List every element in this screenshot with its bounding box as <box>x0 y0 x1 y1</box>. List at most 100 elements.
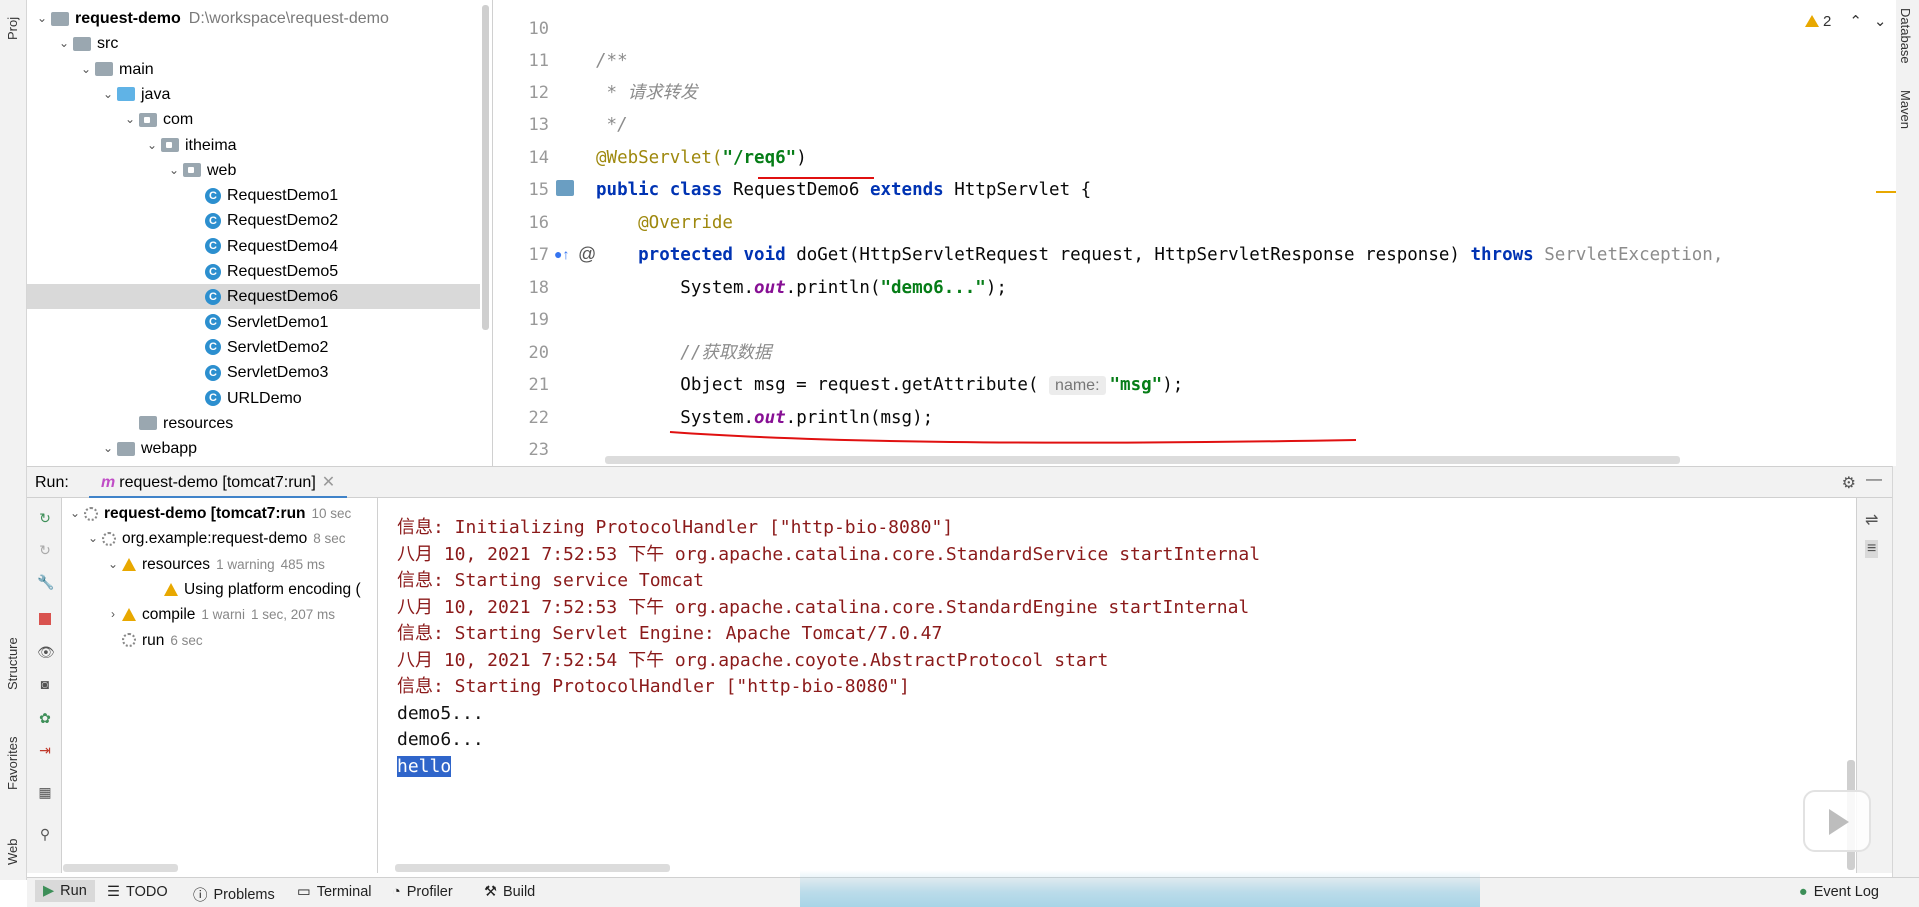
right-tool-strip: Database Maven <box>1892 0 1919 880</box>
run-tool-button[interactable]: ▶ Run <box>35 880 95 902</box>
editor-horizontal-scrollbar[interactable] <box>605 456 1680 464</box>
todo-tool-button[interactable]: ☰ TODO <box>107 884 168 900</box>
tree-item-resources[interactable]: resources <box>27 411 233 436</box>
expand-chevron-icon[interactable]: ⌄ <box>66 501 84 526</box>
override-up-arrow-icon[interactable]: ●↑ <box>554 246 569 262</box>
tree-item-servletdemo1[interactable]: C ServletDemo1 <box>27 310 328 335</box>
structure-tool-tab[interactable]: Structure <box>5 637 20 690</box>
tree-item-request-demo[interactable]: ⌄ request-demo D:\workspace\request-demo <box>27 6 389 31</box>
expand-chevron-icon[interactable]: › <box>104 602 122 627</box>
line-number: 23 <box>528 440 549 460</box>
package-icon <box>183 163 201 178</box>
settings-gear-icon[interactable]: ⚙ <box>1842 473 1856 493</box>
console-line: hello <box>397 751 452 783</box>
event-log-button[interactable]: ● Event Log <box>1799 884 1879 900</box>
tree-item-servletdemo2[interactable]: C ServletDemo2 <box>27 335 328 360</box>
video-play-icon[interactable] <box>1803 790 1871 852</box>
web-tool-tab[interactable]: Web <box>5 839 20 866</box>
camera-icon[interactable]: ◙ <box>37 676 53 692</box>
tree-item-main[interactable]: ⌄ main <box>27 57 154 82</box>
console-output[interactable]: 信息: Initializing ProtocolHandler ["http-… <box>378 498 1856 873</box>
class-icon: C <box>205 212 221 229</box>
close-icon[interactable]: ✕ <box>322 474 335 491</box>
run-tree-item[interactable]: Using platform encoding ( <box>146 577 361 602</box>
scroll-to-end-icon[interactable]: ≡ <box>1865 540 1879 558</box>
duration-label: 6 sec <box>170 632 203 648</box>
tree-item-requestdemo1[interactable]: C RequestDemo1 <box>27 183 338 208</box>
tree-item-requestdemo5[interactable]: C RequestDemo5 <box>27 259 338 284</box>
tree-item-label: main <box>119 60 154 78</box>
project-tool-tab[interactable]: Proj <box>5 17 20 40</box>
project-tree-scrollbar[interactable] <box>482 5 489 330</box>
prev-highlight-icon[interactable]: ⌃ <box>1849 12 1862 30</box>
rerun-icon[interactable]: ↻ <box>37 510 53 526</box>
tree-item-requestdemo6[interactable]: C RequestDemo6 <box>27 284 480 310</box>
warning-icon <box>122 557 136 571</box>
inspection-widget[interactable]: 2 ⌃ ⌄ <box>1805 12 1887 30</box>
warning-icon <box>1805 15 1819 27</box>
tree-item-label: com <box>163 111 194 129</box>
console-horizontal-scrollbar[interactable] <box>395 864 670 872</box>
run-tree-item[interactable]: ⌄ request-demo [tomcat7:run 10 sec <box>66 501 351 526</box>
maven-tool-tab[interactable]: Maven <box>1892 88 1919 129</box>
tree-item-java[interactable]: ⌄ java <box>27 82 170 107</box>
console-text: demo5... <box>397 702 484 724</box>
line-number: 19 <box>528 310 549 330</box>
line-number: 18 <box>528 278 549 298</box>
favorites-tool-tab[interactable]: Favorites <box>5 737 20 790</box>
expand-chevron-icon[interactable]: ⌄ <box>33 6 51 31</box>
stop-icon[interactable] <box>37 612 53 628</box>
debug-icon[interactable]: ✿ <box>37 710 53 726</box>
decorative-wave-overlay <box>800 870 1480 907</box>
expand-chevron-icon[interactable]: ⌄ <box>99 82 117 107</box>
console-text: 信息: Starting Servlet Engine: Apache Tomc… <box>397 623 943 644</box>
database-tool-tab[interactable]: Database <box>1892 6 1919 64</box>
expand-chevron-icon[interactable]: ⌄ <box>121 107 139 132</box>
expand-chevron-icon[interactable]: ⌄ <box>84 526 102 551</box>
tree-item-com[interactable]: ⌄ com <box>27 107 193 132</box>
hide-panel-icon[interactable]: — <box>1866 471 1882 489</box>
servlet-gutter-icon[interactable] <box>556 180 574 196</box>
run-tree-item[interactable]: run 6 sec <box>104 628 203 653</box>
next-highlight-icon[interactable]: ⌄ <box>1874 12 1887 30</box>
tree-item-servletdemo3[interactable]: C ServletDemo3 <box>27 360 328 385</box>
progress-spinner-icon <box>84 506 98 521</box>
expand-chevron-icon[interactable]: ⌄ <box>99 436 117 461</box>
code-editor[interactable]: /** * 请求转发 */ @WebServlet("/req6") publi… <box>596 0 1896 466</box>
run-config-tab[interactable]: m request-demo [tomcat7:run] ✕ <box>89 467 348 499</box>
rerun-failed-icon[interactable]: ↻ <box>37 542 53 558</box>
profiler-tool-button[interactable]: ◔ Profiler <box>392 884 453 900</box>
run-tree-item[interactable]: ⌄ org.example:request-demo 8 sec <box>84 526 346 551</box>
terminal-tool-button[interactable]: ▭ Terminal <box>297 884 372 900</box>
run-tree-item[interactable]: › compile 1 warni 1 sec, 207 ms <box>104 602 335 627</box>
class-icon: C <box>205 339 221 356</box>
problems-tool-button[interactable]: ⓘ Problems <box>193 884 275 905</box>
layout-icon[interactable]: ▦ <box>37 784 53 800</box>
tree-item-urldemo[interactable]: C URLDemo <box>27 386 302 411</box>
underline-println <box>669 431 1357 444</box>
wrench-icon[interactable]: 🔧 <box>37 574 54 590</box>
expand-chevron-icon[interactable]: ⌄ <box>77 57 95 82</box>
exit-icon[interactable]: ⇥ <box>37 742 53 758</box>
expand-chevron-icon[interactable]: ⌄ <box>165 158 183 183</box>
line-number: 10 <box>528 19 549 39</box>
pin-icon[interactable]: ⚲ <box>37 826 53 842</box>
tree-item-itheima[interactable]: ⌄ itheima <box>27 133 237 158</box>
tree-item-label: RequestDemo1 <box>227 187 339 205</box>
expand-chevron-icon[interactable]: ⌄ <box>104 552 122 577</box>
tree-horizontal-scrollbar[interactable] <box>63 864 178 872</box>
eye-icon[interactable]: 👁 <box>37 644 55 660</box>
annotation-at-icon[interactable]: @ <box>578 244 596 265</box>
tree-item-requestdemo2[interactable]: C RequestDemo2 <box>27 208 338 233</box>
run-tree-item[interactable]: ⌄ resources 1 warning 485 ms <box>104 552 325 577</box>
tree-item-webapp[interactable]: ⌄ webapp <box>27 436 197 461</box>
tree-item-web[interactable]: ⌄ web <box>27 158 236 183</box>
build-tool-button[interactable]: ⚒ Build <box>484 884 535 900</box>
tree-item-requestdemo4[interactable]: C RequestDemo4 <box>27 234 338 259</box>
tree-item-src[interactable]: ⌄ src <box>27 31 118 56</box>
soft-wrap-icon[interactable]: ⇌ <box>1865 510 1878 530</box>
expand-chevron-icon[interactable]: ⌄ <box>143 133 161 158</box>
expand-chevron-icon[interactable]: ⌄ <box>55 31 73 56</box>
class-icon: C <box>205 314 221 331</box>
event-log-icon: ● <box>1798 884 1808 900</box>
